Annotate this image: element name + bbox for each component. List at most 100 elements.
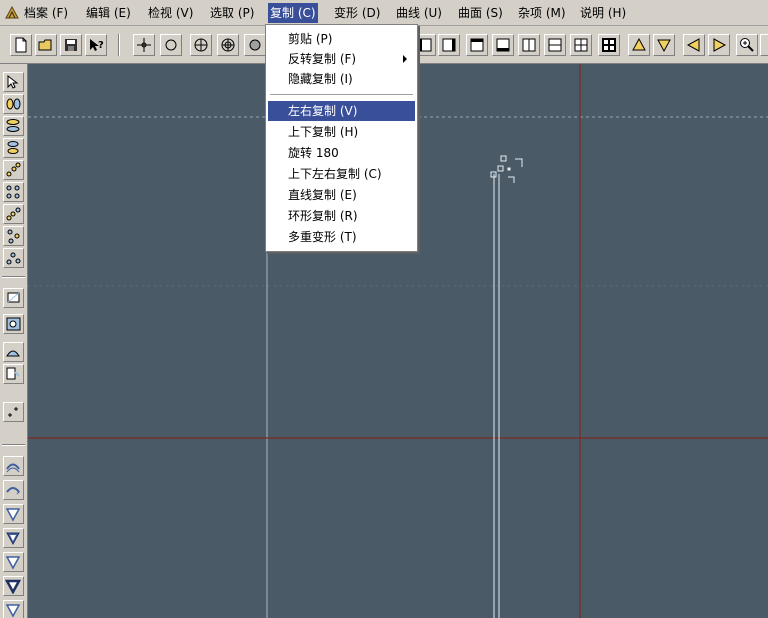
point-scatter-icon [7,229,20,244]
ellipse-stack-icon [6,119,20,132]
arc-points-button[interactable] [3,248,24,268]
snap-point-button[interactable] [133,34,155,56]
select-pointer-button[interactable] [3,72,24,92]
menu-item-linear-copy[interactable]: 直线复制 (E) [268,185,415,205]
menu-item-mirror-copy[interactable]: 反转复制 (F) [268,49,415,69]
view-split-horizontal-button[interactable] [544,34,566,56]
sphere-icon [249,39,261,51]
curve-points-button[interactable] [3,160,24,180]
triangle-down-icon [657,39,671,53]
menu-edit[interactable]: 编辑 (E) [84,3,133,23]
wave-curve-button[interactable] [3,456,24,476]
triangle-up-icon [632,37,646,51]
crosshair-icon [137,38,151,52]
rectangle-icon [7,292,20,303]
left-toolbar-separator [2,444,25,446]
view-top-button[interactable] [466,34,488,56]
points-tool-button[interactable] [3,94,24,114]
menu-separator [270,94,413,96]
snap-circle-button[interactable] [160,34,182,56]
menu-item-left-right-copy[interactable]: 左右复制 (V) [268,101,415,121]
menu-item-up-down-copy[interactable]: 上下复制 (H) [268,122,415,142]
help-pointer-button[interactable]: ? [85,34,107,56]
left-toolbar-separator [2,276,25,278]
copy-dropdown-menu: 剪贴 (P) 反转复制 (F) 隐藏复制 (I) 左右复制 (V) 上下复制 (… [265,24,418,252]
menu-item-four-way-copy[interactable]: 上下左右复制 (C) [268,164,415,184]
triangle-down-outline-icon [5,556,21,570]
triangle-left-icon [686,38,700,52]
menu-item-hidden-copy[interactable]: 隐藏复制 (I) [268,69,415,89]
menu-item-multi-transform[interactable]: 多重变形 (T) [268,227,415,247]
view-box-icon [496,38,510,52]
surface-icon [6,317,21,331]
cluster-points-button[interactable] [3,182,24,202]
frame-icon [6,367,20,380]
ellipse-stack-icon [7,141,19,154]
frame-tool-button[interactable] [3,364,24,384]
target-icon [221,38,235,52]
cone-outline-button[interactable] [3,552,24,572]
menu-surface[interactable]: 曲面 (S) [456,3,505,23]
cone-fill-button[interactable] [3,528,24,548]
rotate-left-button[interactable] [683,34,705,56]
scatter2-points-button[interactable] [3,226,24,246]
menu-transform[interactable]: 变形 (D) [332,3,382,23]
select-pointer-icon [7,74,19,89]
save-button[interactable] [60,34,82,56]
snap-sphere-button[interactable] [244,34,266,56]
open-file-button[interactable] [35,34,57,56]
arch-tool-button[interactable] [3,342,24,362]
new-file-button[interactable] [10,34,32,56]
menu-curve[interactable]: 曲线 (U) [394,3,444,23]
bend-curve-icon [6,487,20,495]
triangle-right-icon [713,38,727,52]
magnifier-icon [740,38,754,52]
menu-help[interactable]: 说明 (H) [578,3,628,23]
point-scatter-icon [6,207,21,221]
stack-tool-button[interactable] [3,116,24,136]
stack2-tool-button[interactable] [3,138,24,158]
submenu-arrow-icon [403,55,407,63]
surface-tool-button[interactable] [3,314,24,334]
snap-target-button[interactable] [217,34,239,56]
rectangle-tool-button[interactable] [3,288,24,308]
view-box-icon [470,38,484,52]
view-quad-bold-button[interactable] [598,34,620,56]
view-box-icon [418,38,432,52]
cone-down-button[interactable] [3,504,24,524]
cone-extra-button[interactable] [3,600,24,618]
menu-select[interactable]: 选取 (P) [208,3,256,23]
view-quad-button[interactable] [570,34,592,56]
cone-bold-button[interactable] [3,576,24,596]
menu-item-radial-copy[interactable]: 环形复制 (R) [268,206,415,226]
quad-view-icon [574,38,588,52]
menu-item-paste[interactable]: 剪贴 (P) [268,29,415,49]
menu-misc[interactable]: 杂项 (M) [516,3,568,23]
wave-curve-icon [6,463,20,473]
rotate-up-button[interactable] [628,34,650,56]
help-pointer-icon: ? [90,39,104,51]
menu-item-rotate-180[interactable]: 旋转 180 [268,143,415,163]
point-snap-button[interactable] [3,402,24,422]
toolbar-separator [118,34,120,56]
open-folder-icon [38,39,52,51]
scatter-points-button[interactable] [3,204,24,224]
zoom-in-button[interactable] [736,34,758,56]
menu-file[interactable]: 档案 (F) [22,3,70,23]
triangle-down-bold-icon [5,579,22,594]
menu-copy[interactable]: 复制 (C) [268,3,318,23]
toolbar-overflow[interactable] [760,34,768,56]
view-split-vertical-button[interactable] [518,34,540,56]
svg-text:?: ? [98,40,104,51]
bend-curve-button[interactable] [3,480,24,500]
view-bottom-button[interactable] [492,34,514,56]
circle-icon [165,39,177,51]
triangle-down-outline-icon [5,604,21,618]
rotate-right-button[interactable] [708,34,730,56]
rotate-down-button[interactable] [653,34,675,56]
menu-view[interactable]: 检视 (V) [146,3,195,23]
snap-center-button[interactable] [190,34,212,56]
menu-bar: 档案 (F) 编辑 (E) 检视 (V) 选取 (P) 复制 (C) 变形 (D… [0,0,768,26]
point-cross-icon [8,407,18,417]
view-right-button[interactable] [438,34,460,56]
